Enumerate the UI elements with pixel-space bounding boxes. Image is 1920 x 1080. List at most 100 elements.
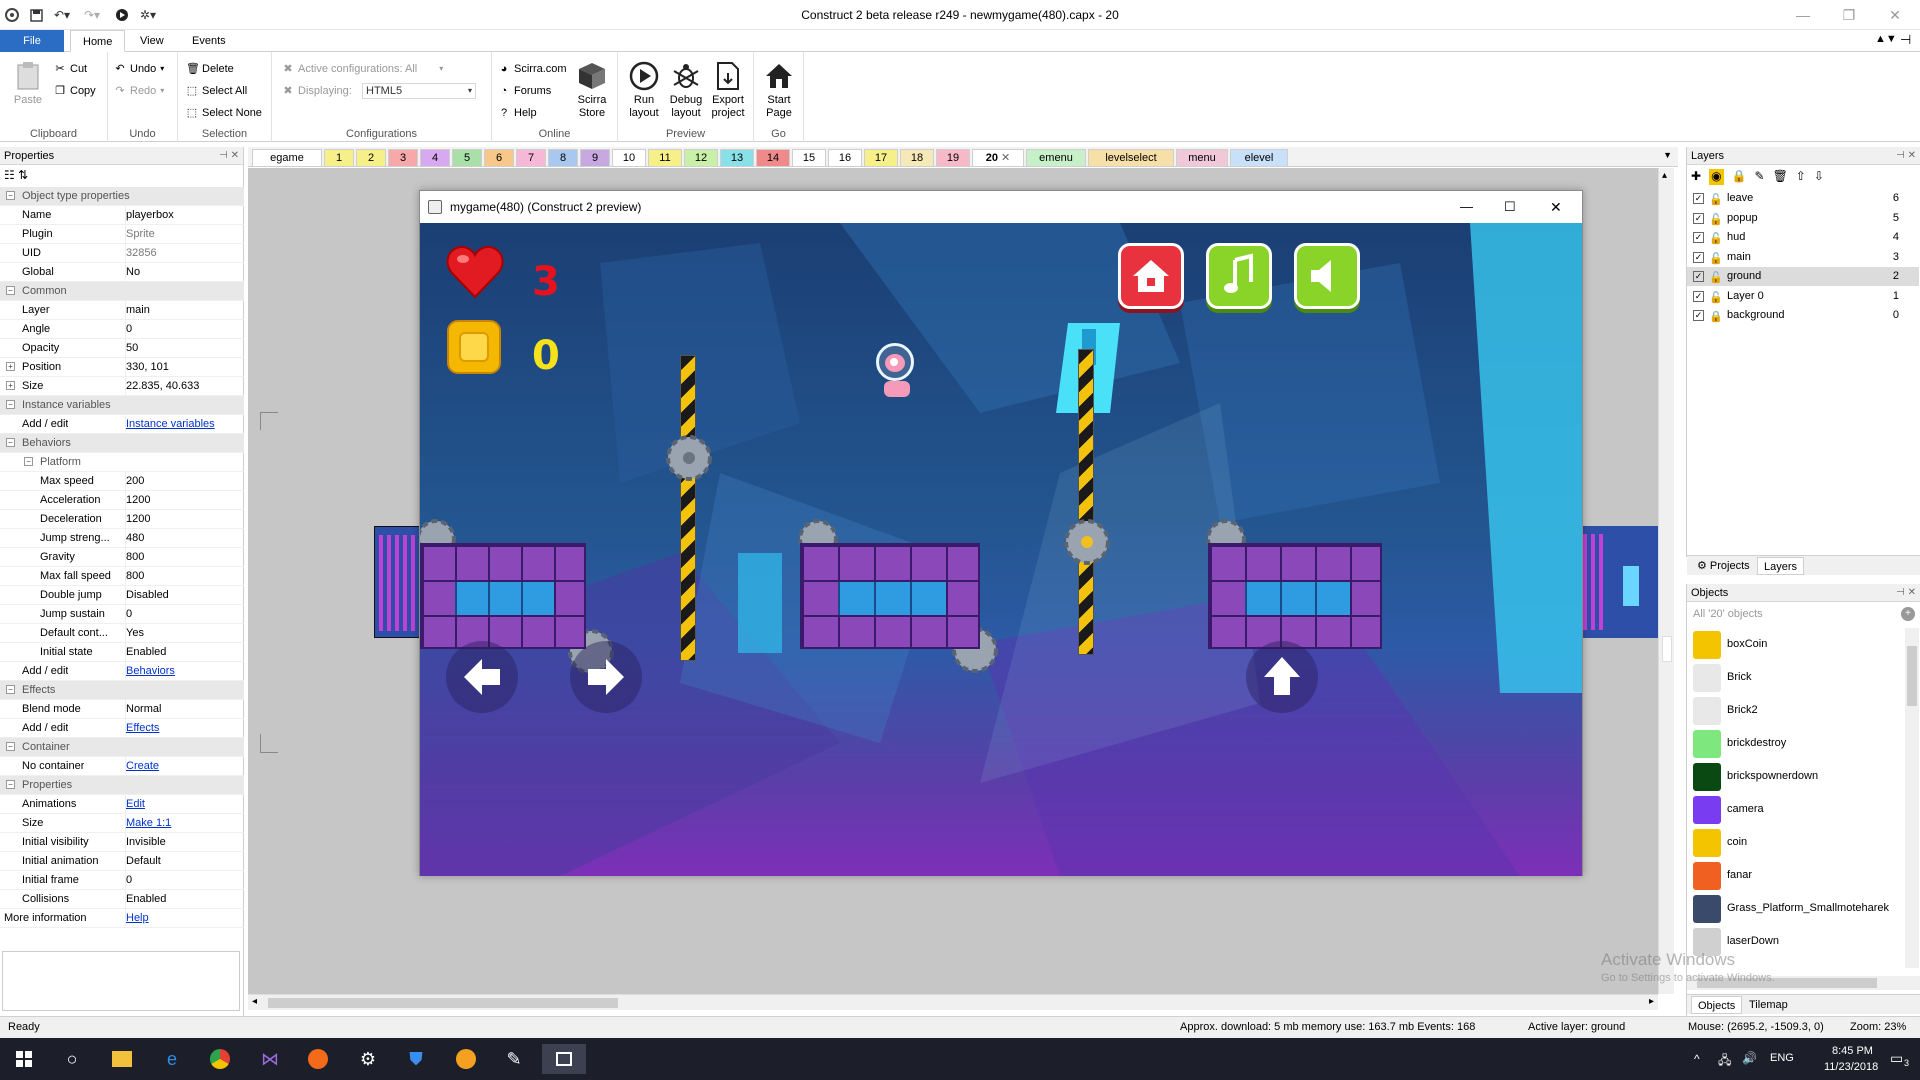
property-row[interactable]: Opacity 50 (0, 339, 244, 358)
property-link[interactable]: Create (125, 757, 240, 776)
panel-pin-close-icons[interactable]: ⊣ ✕ (1896, 584, 1916, 602)
property-value[interactable]: Enabled (125, 890, 240, 909)
layer-row-hud[interactable]: ✓ 🔓 hud 4 (1687, 228, 1919, 247)
eye-icon[interactable]: ◉ (1709, 169, 1724, 185)
scroll-up-icon[interactable]: ▴ (1662, 170, 1667, 181)
tab-projects[interactable]: ⚙ Projects (1691, 557, 1756, 575)
property-value[interactable]: Normal (125, 700, 240, 719)
paste-button[interactable]: Paste (8, 60, 48, 107)
preview-minimize-icon[interactable]: — (1460, 191, 1473, 223)
property-row[interactable]: Name playerbox (0, 206, 244, 225)
add-layer-icon[interactable]: ✚ (1691, 169, 1701, 185)
canvas-vertical-scrollbar[interactable]: ▴ (1658, 168, 1674, 994)
objects-scrollbar[interactable] (1905, 628, 1919, 968)
move-down-icon[interactable]: ⇩ (1814, 169, 1824, 185)
scirra-store-button[interactable]: Scirra Store (572, 60, 612, 120)
property-value[interactable]: Invisible (125, 833, 240, 852)
preview-window[interactable]: mygame(480) (Construct 2 preview) — ☐ ✕ (419, 190, 1583, 876)
property-row[interactable]: Initial visibility Invisible (0, 833, 244, 852)
notification-icon[interactable]: ▭ (1890, 1050, 1903, 1067)
layer-visible-checkbox[interactable]: ✓ (1693, 232, 1704, 243)
jump-button[interactable] (1246, 641, 1318, 713)
property-row[interactable]: Blend mode Normal (0, 700, 244, 719)
game-viewport[interactable]: 3 0 (420, 223, 1582, 876)
property-value[interactable]: 480 (125, 529, 240, 548)
property-row[interactable]: Max speed 200 (0, 472, 244, 491)
property-value[interactable]: Default (125, 852, 240, 871)
preview-maximize-icon[interactable]: ☐ (1504, 191, 1516, 223)
tab-layers[interactable]: Layers (1757, 557, 1805, 575)
property-row[interactable]: Jump sustain 0 (0, 605, 244, 624)
music-button[interactable] (1206, 243, 1272, 309)
layer-visible-checkbox[interactable]: ✓ (1693, 251, 1704, 263)
property-row[interactable]: UID 32856 (0, 244, 244, 263)
unlock-icon[interactable]: 🔓 (1709, 191, 1723, 210)
layout-tab-18[interactable]: 18 (900, 149, 934, 166)
move-up-icon[interactable]: ⇧ (1796, 169, 1806, 185)
scroll-left-icon[interactable]: ◂ (252, 996, 257, 1007)
collapse-toggle-icon[interactable]: − (6, 400, 15, 409)
select-none-button[interactable]: ⬚ Select None (186, 104, 262, 122)
displaying-select[interactable]: HTML5 ▾ (362, 83, 476, 99)
firefox-icon[interactable] (296, 1044, 340, 1074)
language-indicator[interactable]: ENG (1770, 1052, 1794, 1064)
property-value[interactable]: 200 (125, 472, 240, 491)
object-item[interactable]: Brick2 (1687, 694, 1903, 727)
property-row[interactable]: Angle 0 (0, 320, 244, 339)
lock-icon[interactable]: 🔒 (1709, 308, 1723, 327)
vscroll-thumb[interactable] (1662, 636, 1672, 662)
property-row[interactable]: Max fall speed 800 (0, 567, 244, 586)
property-value[interactable]: 800 (125, 548, 240, 567)
layout-tab-17[interactable]: 17 (864, 149, 898, 166)
layout-tab-8[interactable]: 8 (548, 149, 578, 166)
edit-layer-icon[interactable]: ✎ (1755, 169, 1765, 185)
redo-button[interactable]: ↷ Redo ▾ (114, 82, 164, 100)
preview-taskbar-icon[interactable] (542, 1044, 586, 1074)
layout-tab-15[interactable]: 15 (792, 149, 826, 166)
property-value[interactable]: Yes (125, 624, 240, 643)
property-row[interactable]: Global No (0, 263, 244, 282)
property-row[interactable]: Animations Edit (0, 795, 244, 814)
tab-file[interactable]: File (0, 30, 64, 52)
left-arrow-button[interactable] (446, 641, 518, 713)
property-value[interactable]: main (125, 301, 240, 320)
layer-row-main[interactable]: ✓ 🔓 main 3 (1687, 248, 1919, 267)
layout-tab-11[interactable]: 11 (648, 149, 682, 166)
unlock-icon[interactable]: 🔓 (1709, 230, 1723, 249)
unlock-icon[interactable]: 🔓 (1709, 211, 1723, 230)
layer-row-ground[interactable]: ✓ 🔓 ground 2 (1687, 267, 1919, 286)
property-value[interactable]: Disabled (125, 586, 240, 605)
property-category[interactable]: − Object type properties (0, 187, 244, 206)
property-category[interactable]: − Common (0, 282, 244, 301)
unlock-icon[interactable]: 🔓 (1709, 289, 1723, 308)
property-value[interactable]: playerbox (125, 206, 240, 225)
property-row[interactable]: Size Make 1:1 (0, 814, 244, 833)
volume-icon[interactable]: 🔊 (1742, 1051, 1757, 1065)
unlock-icon[interactable]: 🔓 (1709, 250, 1723, 269)
layer-visible-checkbox[interactable]: ✓ (1693, 271, 1704, 282)
clock-date[interactable]: 11/23/2018 (1824, 1061, 1878, 1073)
shield-icon[interactable]: ⛊ (394, 1044, 438, 1074)
layout-tab-5[interactable]: 5 (452, 149, 482, 166)
hscroll-thumb[interactable] (268, 998, 618, 1008)
layout-tab-egame[interactable]: egame (252, 149, 322, 166)
edge-icon[interactable]: e (150, 1044, 194, 1074)
tabs-overflow-icon[interactable]: ▼ (1663, 150, 1672, 160)
property-row[interactable]: Initial state Enabled (0, 643, 244, 662)
layout-tab-16[interactable]: 16 (828, 149, 862, 166)
home-button[interactable] (1118, 243, 1184, 309)
sort-icons[interactable]: ☷ ⇅ (4, 168, 44, 186)
layer-row-leave[interactable]: ✓ 🔓 leave 6 (1687, 189, 1919, 208)
property-row[interactable]: Initial frame 0 (0, 871, 244, 890)
export-project-button[interactable]: Export project (708, 60, 748, 120)
property-row[interactable]: − Platform (0, 453, 244, 472)
scroll-right-icon[interactable]: ▸ (1649, 996, 1654, 1007)
property-row[interactable]: + Size 22.835, 40.633 (0, 377, 244, 396)
debug-layout-button[interactable]: Debug layout (666, 60, 706, 120)
construct-taskbar-icon[interactable] (444, 1044, 488, 1074)
minimize-icon[interactable]: — (1780, 0, 1826, 30)
layout-tab-13[interactable]: 13 (720, 149, 754, 166)
layout-tab-elevel[interactable]: elevel (1230, 149, 1288, 166)
layer-visible-checkbox[interactable]: ✓ (1693, 212, 1704, 224)
property-category[interactable]: − Behaviors (0, 434, 244, 453)
